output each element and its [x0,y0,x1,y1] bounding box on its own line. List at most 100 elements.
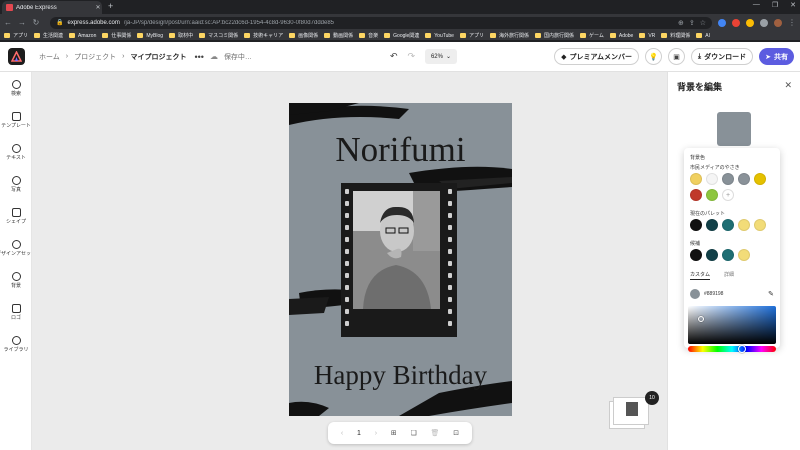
reload-icon[interactable]: ↻ [32,18,40,27]
color-swatch[interactable] [754,219,766,231]
bookmark-item[interactable]: 取材中 [169,32,193,39]
adobe-express-logo[interactable] [8,48,25,65]
rail-item-template[interactable]: テンプレート [0,112,32,129]
portrait-photo[interactable] [353,191,440,309]
delete-page-icon[interactable]: 🗑 [431,429,440,437]
hex-input[interactable]: #889198 [704,291,764,297]
rail-item-background[interactable]: 背景 [0,272,32,289]
share-page-icon[interactable]: ⇪ [689,19,695,27]
bookmark-item[interactable]: VR [639,33,655,39]
rail-item-logo[interactable]: ロゴ [0,304,32,321]
next-page-icon[interactable]: › [375,430,377,437]
bookmark-item[interactable]: 技術キャリア [244,32,283,39]
bookmark-item[interactable]: 国内旅行関係 [534,32,574,39]
color-swatch[interactable] [690,189,702,201]
redo-icon[interactable]: ↷ [408,51,416,62]
bookmark-item[interactable]: マスコミ関係 [199,32,238,39]
color-swatch[interactable] [754,173,766,185]
bookmark-item[interactable]: 画像関係 [289,32,318,39]
rail-item-photo[interactable]: 写真 [0,176,32,193]
avatar[interactable] [774,18,782,27]
undo-icon[interactable]: ↶ [390,51,398,62]
browser-tab[interactable]: Adobe Express ✕ [2,1,102,14]
bookmark-item[interactable]: 料理関係 [661,32,690,39]
bookmark-item[interactable]: MyBlog [137,33,163,39]
premium-button[interactable]: ◆ プレミアムメンバー [554,48,640,65]
add-page-icon[interactable]: ⊞ [391,429,397,437]
breadcrumb-projects[interactable]: プロジェクト [74,52,116,62]
tab-custom[interactable]: カスタム [690,271,711,280]
more-icon[interactable]: ••• [194,52,203,62]
bookmark-item[interactable]: アプリ [4,32,28,39]
star-icon[interactable]: ☆ [700,19,706,27]
color-swatch[interactable] [738,249,750,261]
bookmark-item[interactable]: 生活関連 [34,32,63,39]
add-color-icon[interactable]: + [722,189,734,201]
color-swatch[interactable] [706,249,718,261]
bookmark-item[interactable]: YouTube [425,33,454,39]
bookmark-item[interactable]: AI [696,33,710,39]
extension-icon[interactable] [746,18,754,27]
maximize-icon[interactable]: ❐ [772,1,778,9]
install-icon[interactable]: ⊕ [678,19,684,27]
color-swatch[interactable] [722,173,734,185]
prev-page-icon[interactable]: ‹ [341,430,343,437]
bookmark-item[interactable]: アプリ [459,32,484,39]
breadcrumb-home[interactable]: ホーム [39,52,60,62]
lightbulb-button[interactable]: 💡 [645,48,663,65]
rail-item-text[interactable]: テキスト [0,144,32,161]
tab-detail[interactable]: 詳細 [724,271,734,280]
color-swatch[interactable] [722,249,734,261]
thumbnail[interactable] [613,397,649,425]
url-input[interactable]: 🔒 express.adobe.com /ja-JP/sp/design/pos… [50,16,712,29]
color-swatch[interactable] [690,249,702,261]
hue-handle[interactable] [738,345,746,353]
saturation-picker[interactable] [688,306,776,344]
duplicate-page-icon[interactable]: ❏ [410,429,416,437]
breadcrumb-current[interactable]: マイプロジェクト [130,52,186,62]
hue-slider[interactable] [688,345,776,353]
rail-item-search[interactable]: 検索 [0,80,32,97]
extension-icon[interactable] [732,18,740,27]
window-close-icon[interactable]: ✕ [790,1,796,9]
bookmark-item[interactable]: Amazon [69,33,96,39]
puzzle-icon[interactable] [760,18,768,27]
current-color-swatch[interactable] [717,112,751,146]
share-button[interactable]: ➤ 共有 [759,48,794,65]
menu-icon[interactable]: ⋮ [788,18,796,27]
eyedropper-icon[interactable]: ✎ [768,290,774,298]
birthday-text[interactable]: Happy Birthday [289,360,512,391]
color-swatch[interactable] [706,219,718,231]
save-button[interactable]: ▣ [668,48,686,65]
grid-view-icon[interactable]: ⊡ [453,429,459,437]
rail-item-library[interactable]: ライブラリ [0,336,32,353]
artboard[interactable]: Norifumi Happy Birthday [289,103,512,416]
color-swatch[interactable] [722,219,734,231]
bookmark-item[interactable]: 動画関係 [324,32,353,39]
saturation-handle[interactable] [698,316,704,322]
color-swatch[interactable] [690,173,702,185]
download-button[interactable]: ⤓ ダウンロード [691,48,754,65]
color-swatch[interactable] [738,173,750,185]
close-icon[interactable]: ✕ [784,80,792,91]
new-tab-icon[interactable]: + [108,1,113,11]
close-icon[interactable]: ✕ [94,4,102,11]
bookmark-item[interactable]: 音楽 [359,32,378,39]
title-text[interactable]: Norifumi [289,130,512,170]
page-thumbnails[interactable]: 10 [609,391,659,429]
bookmark-item[interactable]: Google関連 [384,32,419,39]
bookmark-item[interactable]: 海外旅行関係 [489,32,529,39]
bookmark-item[interactable]: Adobe [609,33,633,39]
zoom-select[interactable]: 62% ⌄ [425,49,457,64]
color-swatch[interactable] [706,173,718,185]
color-swatch[interactable] [738,219,750,231]
extension-icon[interactable] [718,18,726,27]
color-swatch[interactable] [690,219,702,231]
bookmark-item[interactable]: 仕事関係 [102,32,131,39]
color-swatch[interactable] [706,189,718,201]
minimize-icon[interactable]: — [753,1,760,9]
bookmark-item[interactable]: ゲーム [580,32,604,39]
forward-icon[interactable]: → [18,18,26,27]
rail-item-design-assets[interactable]: デザインアセット [0,240,36,257]
back-icon[interactable]: ← [4,18,12,27]
